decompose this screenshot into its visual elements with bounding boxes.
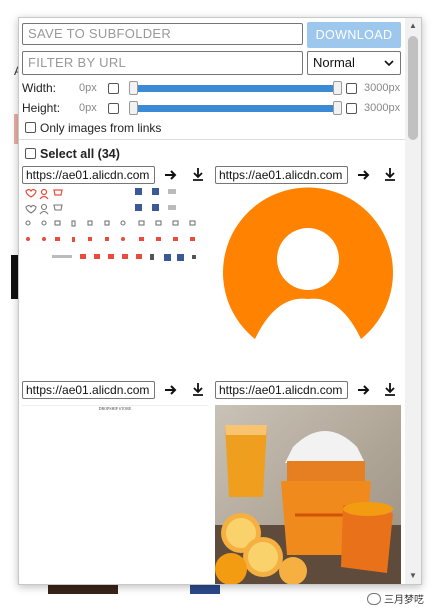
image-thumbnail-logo[interactable] (215, 187, 401, 373)
height-max-handle[interactable] (333, 101, 342, 115)
height-max-checkbox[interactable] (346, 103, 357, 114)
width-max-checkbox[interactable] (346, 83, 357, 94)
only-links-checkbox[interactable] (25, 122, 36, 133)
divider (19, 139, 405, 140)
width-max-handle[interactable] (333, 81, 342, 95)
scroll-down-icon[interactable]: ▼ (405, 568, 421, 584)
open-arrow-icon[interactable] (164, 168, 178, 182)
width-slider[interactable] (129, 81, 342, 95)
only-links-label: Only images from links (40, 121, 162, 135)
height-min-checkbox[interactable] (108, 103, 119, 114)
open-arrow-icon[interactable] (357, 383, 371, 397)
download-button[interactable]: DOWNLOAD (307, 22, 401, 48)
image-url-field[interactable]: https://ae01.alicdn.com (22, 381, 155, 399)
image-url-field[interactable]: https://ae01.alicdn.com (215, 381, 348, 399)
image-url-field[interactable]: https://ae01.alicdn.com (215, 166, 348, 184)
height-min-label: 0px (79, 102, 97, 114)
filter-mode-select[interactable]: Normal (307, 51, 401, 75)
chevron-down-icon (384, 60, 394, 67)
watermark-text: 三月梦呓 (384, 595, 424, 606)
orange-logo-image (223, 187, 393, 339)
height-slider[interactable] (129, 101, 342, 115)
icon-sprite-image (25, 188, 196, 261)
width-min-checkbox[interactable] (108, 83, 119, 94)
width-max-label: 3000px (364, 82, 401, 94)
scrollbar-thumb[interactable] (408, 36, 418, 140)
width-min-handle[interactable] (129, 81, 138, 95)
filter-mode-value: Normal (313, 55, 355, 70)
scrollbar[interactable]: ▲ ▼ (405, 18, 421, 584)
download-icon[interactable] (191, 167, 205, 181)
width-label: Width: (22, 81, 57, 95)
juicer-photo-image (215, 405, 401, 584)
scroll-up-icon[interactable]: ▲ (405, 18, 421, 34)
select-all-checkbox[interactable] (25, 148, 36, 159)
select-all-label: Select all (34) (40, 147, 120, 161)
download-icon[interactable] (191, 382, 205, 396)
subfolder-input[interactable]: SAVE TO SUBFOLDER (22, 23, 303, 45)
image-thumbnail-photo[interactable] (215, 405, 401, 584)
image-thumbnail-icon-sprite[interactable] (22, 187, 208, 275)
download-icon[interactable] (383, 382, 397, 396)
image-thumbnail-document[interactable]: DROPSHIP STORE (22, 405, 208, 414)
watermark: 三月梦呓 (367, 591, 424, 606)
open-arrow-icon[interactable] (357, 168, 371, 182)
wechat-icon (367, 592, 381, 605)
height-min-handle[interactable] (129, 101, 138, 115)
height-label: Height: (22, 101, 61, 115)
download-icon[interactable] (383, 167, 397, 181)
filter-url-input[interactable]: FILTER BY URL (22, 51, 303, 75)
open-arrow-icon[interactable] (164, 383, 178, 397)
height-max-label: 3000px (364, 102, 401, 114)
document-caption: DROPSHIP STORE (98, 406, 132, 411)
width-min-label: 0px (79, 82, 97, 94)
image-downloader-popup: ▲ ▼ SAVE TO SUBFOLDER DOWNLOAD FILTER BY… (18, 17, 422, 585)
image-url-field[interactable]: https://ae01.alicdn.com (22, 166, 155, 184)
